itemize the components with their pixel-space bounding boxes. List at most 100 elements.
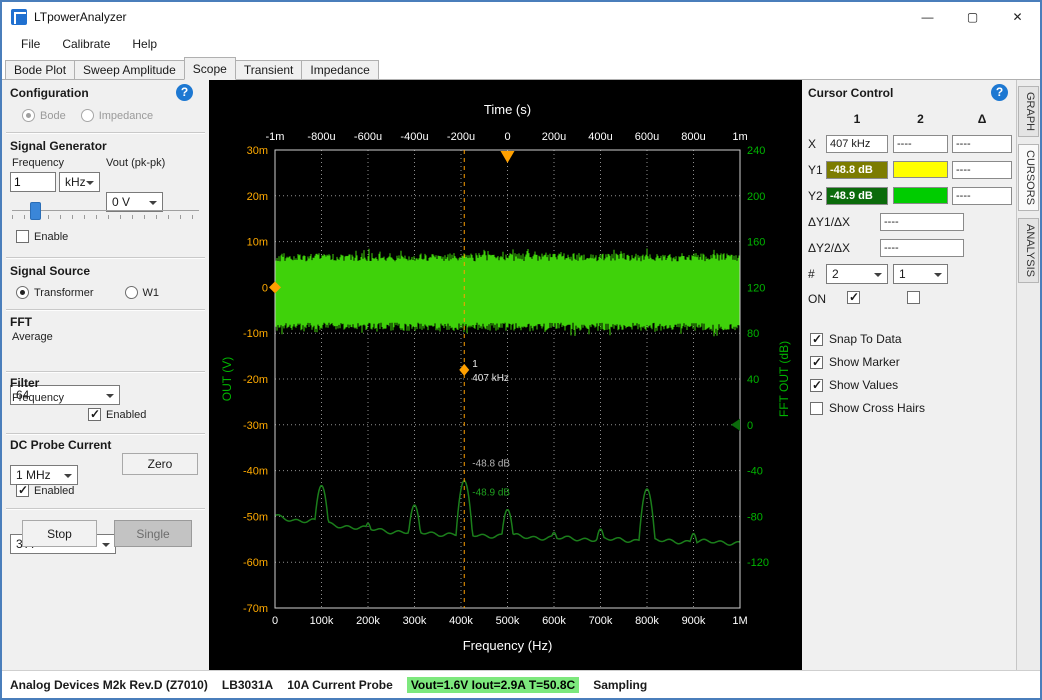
dc-probe-enabled-checkbox[interactable]	[16, 484, 29, 497]
axis-tick-label: 407 kHz	[472, 373, 509, 384]
frequency-slider[interactable]	[2, 200, 209, 224]
close-button[interactable]: ✕	[995, 2, 1040, 32]
show-cross-hairs-checkbox[interactable]	[810, 402, 823, 415]
axis-tick-label: -50m	[243, 511, 268, 523]
filter-enabled-label: Enabled	[106, 409, 146, 421]
generator-enable-checkbox[interactable]	[16, 230, 29, 243]
scope-plot-area[interactable]: 1407 kHz-48.8 dB-48.9 dB-1m-800u-600u-40…	[209, 80, 802, 672]
zero-button[interactable]: Zero	[122, 453, 198, 475]
tab-sweep-amplitude[interactable]: Sweep Amplitude	[74, 60, 185, 80]
axis-tick-label: 240	[747, 145, 765, 157]
minimize-button[interactable]: —	[905, 2, 950, 32]
filter-enabled-checkbox[interactable]	[88, 408, 101, 421]
trigger-marker-icon[interactable]	[501, 151, 515, 163]
tab-transient[interactable]: Transient	[235, 60, 303, 80]
maximize-button[interactable]: ▢	[950, 2, 995, 32]
menu-calibrate[interactable]: Calibrate	[51, 37, 121, 51]
waveform-trace	[275, 247, 740, 336]
tab-impedance[interactable]: Impedance	[301, 60, 378, 80]
bode-radio[interactable]	[22, 109, 35, 122]
show-marker-row: Show Marker	[810, 355, 900, 369]
w1-radio[interactable]	[125, 286, 138, 299]
cursor-control-panel: Cursor Control ? 1 2 Δ X 407 kHz ---- --…	[802, 80, 1016, 672]
menu-bar: File Calibrate Help	[2, 32, 1040, 56]
divider	[6, 132, 205, 134]
snap-to-data-row: Snap To Data	[810, 332, 902, 346]
cursor-y2-label: Y2	[808, 189, 823, 203]
axis-tick-label: 0	[504, 131, 510, 143]
cursor1-number-select[interactable]: 2	[826, 264, 888, 284]
cursor-help-icon[interactable]: ?	[991, 84, 1008, 101]
enable-row: Enable	[16, 230, 68, 243]
axis-tick-label: 300k	[403, 615, 427, 627]
axis-tick-label: Time (s)	[484, 102, 531, 117]
stop-button[interactable]: Stop	[22, 520, 97, 547]
filter-frequency-select[interactable]: 1 MHz	[10, 465, 78, 485]
cursor2-number-select[interactable]: 1	[893, 264, 948, 284]
show-marker-label: Show Marker	[829, 355, 900, 369]
axis-tick-label: 160	[747, 237, 765, 249]
dc-probe-enabled-row: Enabled	[16, 484, 74, 497]
cursor2-on-checkbox[interactable]	[907, 291, 920, 304]
scope-plot[interactable]: 1407 kHz-48.8 dB-48.9 dB-1m-800u-600u-40…	[209, 80, 802, 672]
frequency-input[interactable]	[10, 172, 56, 192]
bode-radio-label: Bode	[40, 110, 66, 122]
side-tab-cursors[interactable]: CURSORS	[1018, 144, 1039, 211]
axis-tick-label: -70m	[243, 603, 268, 615]
filter-frequency-value: 1 MHz	[16, 468, 51, 482]
menu-help[interactable]: Help	[121, 37, 168, 51]
cursor1-on-checkbox[interactable]	[847, 291, 860, 304]
axis-tick-label: Frequency (Hz)	[463, 638, 553, 653]
dy2-dx-value: ----	[880, 239, 964, 257]
axis-tick-label: 0	[747, 420, 753, 432]
axis-tick-label: 10m	[247, 237, 268, 249]
cursor-x2-value[interactable]: ----	[893, 135, 948, 153]
vout-label: Vout (pk-pk)	[106, 157, 165, 169]
cursor-x-delta-value: ----	[952, 135, 1012, 153]
axis-tick-label: -48.8 dB	[472, 459, 510, 470]
tab-scope[interactable]: Scope	[184, 57, 236, 80]
app-window: LTpowerAnalyzer — ▢ ✕ File Calibrate Hel…	[0, 0, 1042, 700]
generator-enable-label: Enable	[34, 231, 68, 243]
axis-tick-label: 20m	[247, 191, 268, 203]
show-cross-hairs-label: Show Cross Hairs	[829, 401, 925, 415]
transformer-radio-label: Transformer	[34, 287, 94, 299]
impedance-radio-label: Impedance	[99, 110, 153, 122]
divider	[6, 371, 205, 373]
axis-tick-label: 1m	[732, 131, 747, 143]
cursor-number-label: #	[808, 267, 815, 281]
cursor2-number-value: 1	[899, 267, 906, 281]
side-tab-analysis[interactable]: ANALYSIS	[1018, 218, 1039, 283]
cursor-y1-delta-value: ----	[952, 161, 1012, 179]
frequency-unit-select[interactable]: kHz	[59, 172, 100, 192]
axis-tick-label: 1M	[732, 615, 747, 627]
menu-file[interactable]: File	[10, 37, 51, 51]
cursor-y2-swatch[interactable]	[893, 187, 948, 204]
cursor-x1-value[interactable]: 407 kHz	[826, 135, 888, 153]
axis-tick-label: 400k	[449, 615, 473, 627]
transformer-radio[interactable]	[16, 286, 29, 299]
fft-channel-marker-icon[interactable]	[731, 419, 740, 431]
cursor-y1-swatch[interactable]	[893, 161, 948, 178]
slider-thumb[interactable]	[30, 202, 41, 220]
impedance-radio[interactable]	[81, 109, 94, 122]
configuration-help-icon[interactable]: ?	[176, 84, 193, 101]
axis-tick-label: -48.9 dB	[472, 488, 510, 499]
axis-tick-label: 120	[747, 282, 765, 294]
axis-tick-label: -40	[747, 466, 763, 478]
axis-tick-label: 700k	[589, 615, 613, 627]
cursor-y1-label: Y1	[808, 163, 823, 177]
snap-to-data-checkbox[interactable]	[810, 333, 823, 346]
show-marker-checkbox[interactable]	[810, 356, 823, 369]
axis-tick-label: 30m	[247, 145, 268, 157]
axis-tick-label: 100k	[310, 615, 334, 627]
tab-bode-plot[interactable]: Bode Plot	[5, 60, 75, 80]
telemetry-badge: Vout=1.6V Iout=2.9A T=50.8C	[407, 677, 579, 693]
axis-tick-label: -120	[747, 557, 769, 569]
side-tab-graph[interactable]: GRAPH	[1018, 86, 1039, 137]
dy1-dx-value: ----	[880, 213, 964, 231]
axis-tick-label: -80	[747, 511, 763, 523]
fft-title: FFT	[10, 315, 32, 329]
show-values-checkbox[interactable]	[810, 379, 823, 392]
axis-tick-label: 800u	[681, 131, 705, 143]
